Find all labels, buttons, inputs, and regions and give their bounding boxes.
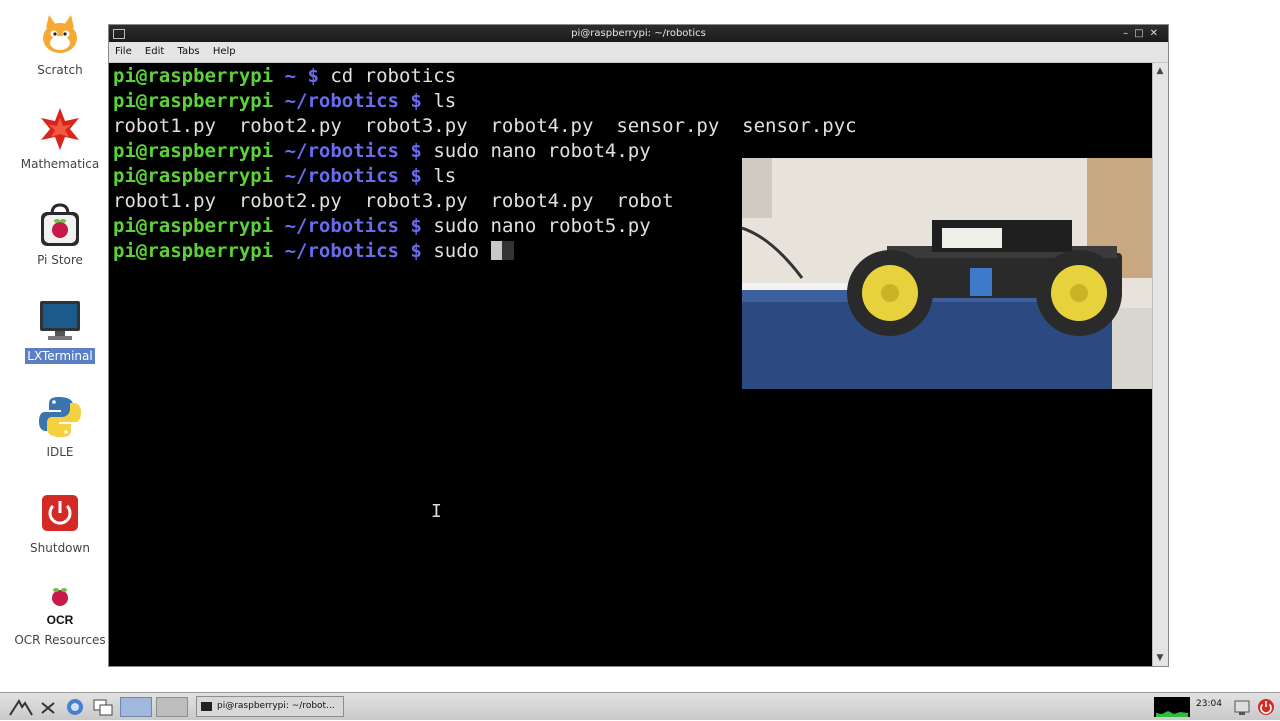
power-icon	[37, 490, 83, 536]
desktop-pager-1[interactable]	[120, 697, 152, 717]
windows-icon[interactable]	[92, 697, 114, 717]
minimize-icon[interactable]: –	[1123, 28, 1134, 39]
taskbar: pi@raspberrypi: ~/robot... 23:04	[0, 692, 1280, 720]
desktop-icon-lxterminal[interactable]: LXTerminal	[8, 298, 112, 365]
robot-video-overlay	[742, 158, 1152, 389]
cursor-shadow	[501, 241, 514, 260]
mathematica-icon	[37, 106, 83, 152]
terminal-line: pi@raspberrypi ~ $ cd robotics	[113, 65, 457, 87]
logout-icon[interactable]	[1256, 697, 1276, 717]
robot-car-image	[742, 158, 1152, 389]
terminal-icon	[113, 29, 125, 39]
taskbar-task-lxterminal[interactable]: pi@raspberrypi: ~/robot...	[196, 696, 344, 717]
close-icon[interactable]: ✕	[1150, 28, 1164, 39]
desktop-icon-label: Shutdown	[30, 541, 90, 555]
desktop-pager-2[interactable]	[156, 697, 188, 717]
taskbar-task-label: pi@raspberrypi: ~/robot...	[217, 701, 335, 711]
terminal-line: robot1.py robot2.py robot3.py robot4.py …	[113, 115, 857, 137]
terminal-line: pi@raspberrypi ~/robotics $ ls	[113, 165, 457, 187]
cpu-monitor	[1154, 697, 1190, 717]
ibeam-cursor-icon: I	[431, 501, 442, 522]
desktop-icon-label: OCR Resources	[14, 633, 106, 647]
terminal-icon	[201, 702, 212, 711]
menu-file[interactable]: File	[115, 46, 132, 57]
terminal-line: pi@raspberrypi ~/robotics $ sudo nano ro…	[113, 140, 651, 162]
desktop-icon-label: IDLE	[46, 445, 74, 459]
desktop-icon-label: LXTerminal	[24, 347, 96, 365]
terminal-scrollbar[interactable]: ▲ ▼	[1152, 63, 1168, 666]
window-title: pi@raspberrypi: ~/robotics	[571, 28, 706, 39]
window-titlebar[interactable]: pi@raspberrypi: ~/robotics –□✕	[109, 25, 1168, 42]
desktop-icon-scratch[interactable]: Scratch	[8, 12, 112, 78]
minimize-all-icon[interactable]	[38, 697, 58, 717]
text-cursor	[490, 241, 502, 260]
scratch-icon	[37, 12, 83, 58]
menu-tabs[interactable]: Tabs	[177, 46, 199, 57]
desktop-icon-mathematica[interactable]: Mathematica	[8, 106, 112, 172]
pi-store-icon	[37, 202, 83, 248]
terminal-line: pi@raspberrypi ~/robotics $ sudo nano ro…	[113, 215, 651, 237]
terminal-line: pi@raspberrypi ~/robotics $ ls	[113, 90, 457, 112]
terminal-line: robot1.py robot2.py robot3.py robot4.py …	[113, 190, 674, 212]
menu-help[interactable]: Help	[213, 46, 236, 57]
menu-edit[interactable]: Edit	[145, 46, 164, 57]
screen-lock-icon[interactable]	[1232, 697, 1252, 717]
scroll-up-icon[interactable]: ▲	[1155, 65, 1165, 77]
python-icon	[37, 394, 83, 440]
desktop-icon-shutdown[interactable]: Shutdown	[8, 490, 112, 556]
desktop-icon-label: Mathematica	[20, 157, 100, 171]
terminal-line: pi@raspberrypi ~/robotics $ sudo	[113, 239, 514, 264]
taskbar-clock: 23:04	[1196, 699, 1222, 709]
desktop-icon-label: Pi Store	[37, 253, 83, 267]
menu-bar: File Edit Tabs Help	[109, 42, 1168, 63]
menu-launcher-icon[interactable]	[8, 697, 34, 717]
maximize-icon[interactable]: □	[1134, 28, 1149, 39]
desktop-icon-ocr-resources[interactable]: OCR OCR Resources	[8, 586, 112, 648]
ocr-logo-text: OCR	[47, 613, 74, 627]
ocr-logo-icon: OCR	[37, 586, 83, 628]
desktop-icon-pi-store[interactable]: Pi Store	[8, 202, 112, 268]
scroll-down-icon[interactable]: ▼	[1155, 652, 1165, 664]
file-manager-icon[interactable]	[64, 697, 86, 717]
monitor-icon	[37, 298, 83, 344]
desktop-icon-idle[interactable]: IDLE	[8, 394, 112, 460]
desktop-icon-label: Scratch	[37, 63, 83, 77]
